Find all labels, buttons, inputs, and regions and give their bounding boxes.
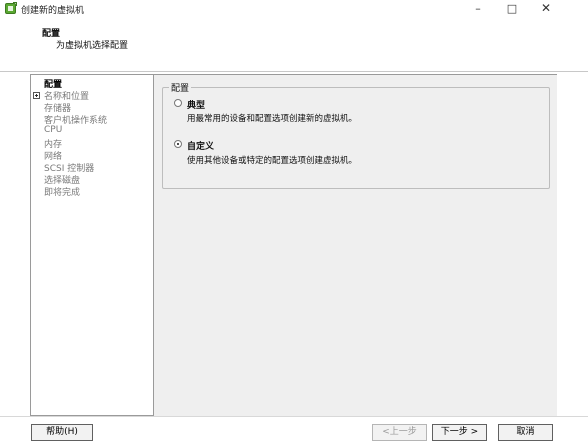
radio-typical[interactable] [174,99,182,107]
nav-item-ready-to-complete[interactable]: 即将完成 [44,185,80,198]
vm-wizard-icon [5,2,17,14]
help-button[interactable]: 帮助(H) [31,424,93,441]
option-custom-label[interactable]: 自定义 [187,139,214,152]
next-button[interactable]: 下一步 > [432,424,487,441]
maximize-button[interactable]: □ [495,0,529,18]
nav-item-cpu[interactable]: CPU [44,125,62,135]
back-button[interactable]: <上一步 [372,424,427,441]
close-button[interactable]: ✕ [529,0,563,18]
radio-custom[interactable] [174,140,182,148]
wizard-steps-nav: 配置 名称和位置 存储器 客户机操作系统 CPU 内存 网络 SCSI 控制器 … [30,74,154,416]
option-custom-desc: 使用其他设备或特定的配置选项创建虚拟机。 [187,156,358,166]
cancel-button[interactable]: 取消 [498,424,553,441]
wizard-content: 配置 典型 用最常用的设备和配置选项创建新的虚拟机。 自定义 使用其他设备或特定… [154,74,557,416]
expand-icon[interactable] [33,92,40,99]
config-group: 配置 典型 用最常用的设备和配置选项创建新的虚拟机。 自定义 使用其他设备或特定… [162,81,550,189]
title-bar: 创建新的虚拟机 – □ ✕ [0,0,588,18]
option-typical-label[interactable]: 典型 [187,98,205,111]
wizard-header: 配置 为虚拟机选择配置 [0,18,588,71]
window-title: 创建新的虚拟机 [21,6,85,16]
option-typical-desc: 用最常用的设备和配置选项创建新的虚拟机。 [187,114,358,124]
minimize-button[interactable]: – [461,0,495,18]
group-label: 配置 [169,81,192,94]
footer-divider [0,416,588,417]
page-subtitle: 为虚拟机选择配置 [56,41,129,51]
